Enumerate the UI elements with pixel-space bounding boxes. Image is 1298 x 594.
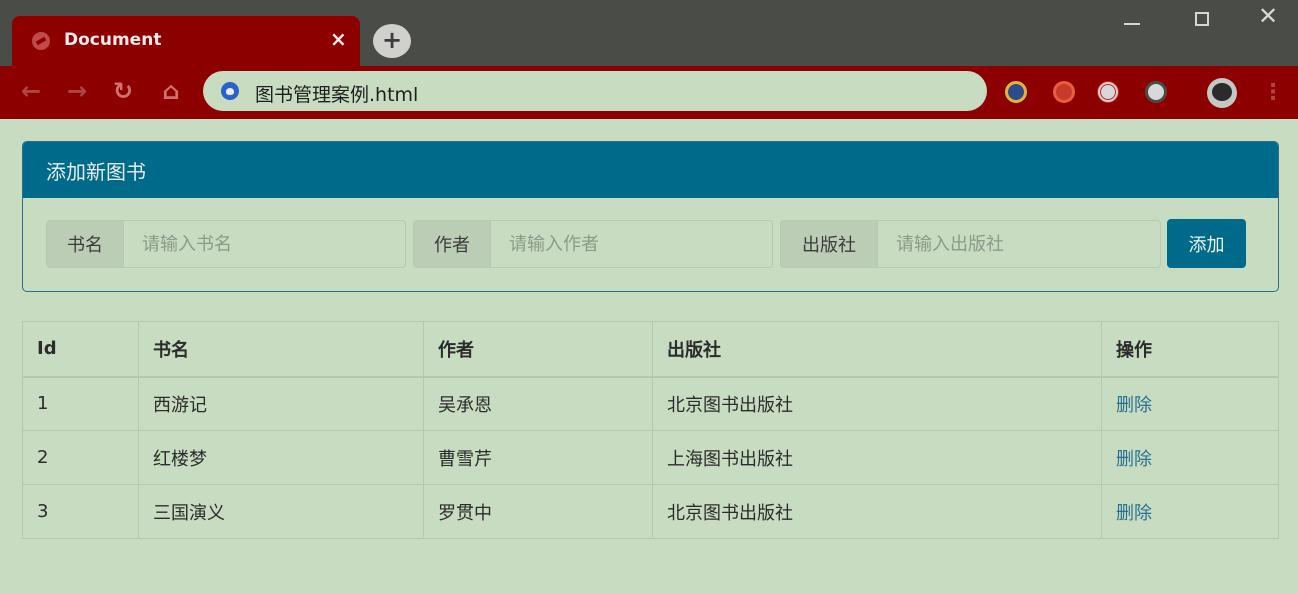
header-id: Id xyxy=(22,321,139,378)
header-action: 操作 xyxy=(1101,321,1279,378)
address-bar[interactable]: 图书管理案例.html xyxy=(203,71,987,111)
cell-action: 删除 xyxy=(1101,484,1279,539)
new-tab-button[interactable]: + xyxy=(373,24,411,58)
add-book-panel: 添加新图书 书名 作者 出版社 添加 xyxy=(22,141,1279,292)
header-name: 书名 xyxy=(138,321,424,378)
title-bar: Document × + ✕ xyxy=(0,0,1298,66)
home-icon: ⌂ xyxy=(162,77,180,105)
cell-name: 三国演义 xyxy=(138,484,424,539)
panel-title: 添加新图书 xyxy=(23,142,1278,198)
author-input[interactable] xyxy=(491,221,772,267)
arrow-right-icon: → xyxy=(66,77,88,105)
table-row: 2 红楼梦 曹雪芹 上海图书出版社 删除 xyxy=(22,430,1279,485)
minimize-button[interactable] xyxy=(1112,6,1152,30)
cell-id: 2 xyxy=(22,430,139,485)
maximize-icon xyxy=(1195,12,1209,26)
address-text: 图书管理案例.html xyxy=(255,84,419,106)
reload-icon: ↻ xyxy=(112,77,134,105)
header-publisher: 出版社 xyxy=(652,321,1102,378)
forward-button[interactable]: → xyxy=(62,77,92,105)
header-author: 作者 xyxy=(423,321,653,378)
close-window-button[interactable]: ✕ xyxy=(1248,2,1288,30)
maximize-button[interactable] xyxy=(1182,6,1222,31)
author-label: 作者 xyxy=(414,221,491,267)
cell-action: 删除 xyxy=(1101,376,1279,431)
profile-avatar-icon[interactable] xyxy=(1207,78,1237,108)
close-icon: ✕ xyxy=(1257,2,1279,30)
table-header-row: Id 书名 作者 出版社 操作 xyxy=(22,321,1279,378)
cell-publisher: 上海图书出版社 xyxy=(652,430,1102,485)
cell-name: 西游记 xyxy=(138,376,424,431)
cell-name: 红楼梦 xyxy=(138,430,424,485)
publisher-label: 出版社 xyxy=(781,221,878,267)
minimize-icon xyxy=(1124,23,1140,25)
cell-publisher: 北京图书出版社 xyxy=(652,484,1102,539)
delete-link[interactable]: 删除 xyxy=(1116,449,1152,470)
browser-toolbar: ← → ↻ ⌂ 图书管理案例.html ⋮ xyxy=(0,66,1298,119)
add-button[interactable]: 添加 xyxy=(1167,219,1246,268)
tab-title: Document xyxy=(64,30,162,50)
tab-close-button[interactable]: × xyxy=(330,27,347,51)
extension-icon-3[interactable] xyxy=(1097,81,1119,103)
extension-icon-1[interactable] xyxy=(1005,81,1027,103)
book-name-input[interactable] xyxy=(124,221,405,267)
delete-link[interactable]: 删除 xyxy=(1116,395,1152,416)
browser-tab[interactable]: Document × xyxy=(12,16,360,66)
cell-id: 1 xyxy=(22,376,139,431)
menu-icon[interactable]: ⋮ xyxy=(1262,80,1284,105)
cell-publisher: 北京图书出版社 xyxy=(652,376,1102,431)
cell-id: 3 xyxy=(22,484,139,539)
reload-button[interactable]: ↻ xyxy=(108,77,138,105)
publisher-field: 出版社 xyxy=(780,220,1161,268)
extension-icon-2[interactable] xyxy=(1053,81,1075,103)
table-row: 3 三国演义 罗贯中 北京图书出版社 删除 xyxy=(22,484,1279,539)
cell-author: 罗贯中 xyxy=(423,484,653,539)
cell-author: 吴承恩 xyxy=(423,376,653,431)
back-button[interactable]: ← xyxy=(16,77,46,105)
book-table: Id 书名 作者 出版社 操作 1 西游记 吴承恩 北京图书出版社 删除 2 红… xyxy=(22,321,1279,539)
book-name-field: 书名 xyxy=(46,220,406,268)
publisher-input[interactable] xyxy=(878,221,1160,267)
delete-link[interactable]: 删除 xyxy=(1116,503,1152,524)
author-field: 作者 xyxy=(413,220,773,268)
cell-action: 删除 xyxy=(1101,430,1279,485)
globe-icon xyxy=(32,32,50,50)
book-name-label: 书名 xyxy=(47,221,124,267)
site-icon xyxy=(221,82,239,100)
arrow-left-icon: ← xyxy=(20,77,42,105)
cell-author: 曹雪芹 xyxy=(423,430,653,485)
table-row: 1 西游记 吴承恩 北京图书出版社 删除 xyxy=(22,376,1279,431)
extension-icon-4[interactable] xyxy=(1145,81,1167,103)
home-button[interactable]: ⌂ xyxy=(156,77,186,105)
